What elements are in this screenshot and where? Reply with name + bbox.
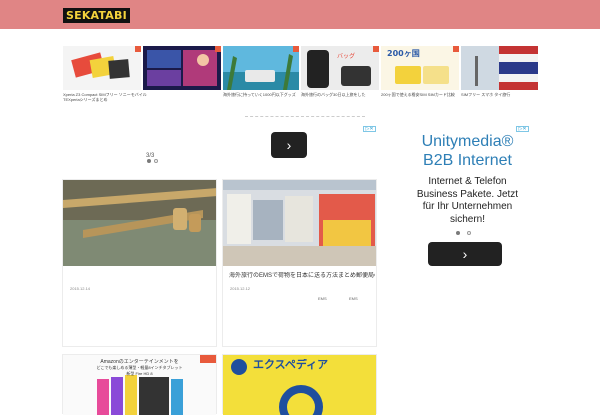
strip-caption-1[interactable]: Xperia Z3 Compact SIMフリー ソニーモバイル TEXperi… [63,92,149,102]
article-card[interactable]: エクスペディア [222,354,377,415]
strip-badge [135,46,141,52]
ad-left-counter: 3/3 [146,153,155,159]
ad-right-dot[interactable] [467,231,471,235]
strip-thumb-6 [461,46,538,90]
strip-badge [215,46,221,52]
strip-item-2[interactable] [143,46,221,90]
strip-caption-3[interactable]: 海外旅行に持っていく1000円以下グッズ [223,92,299,97]
ad-right-body-line: Business Pakete. Jetzt [416,188,519,200]
strip-thumb-4: バッグ [301,46,379,90]
strip-thumb-2 [143,46,221,90]
article-title[interactable]: 海外旅行のEMSで荷物を日本に送る方法まとめ郵便局の窓口でやってみた [229,272,375,280]
strip-thumb-5: 200ヶ国 [381,46,459,90]
ad-right-body: Internet & Telefon Business Pakete. Jetz… [395,176,540,226]
strip-caption-4[interactable]: 海外旅行のバッグ30日以上旅をした [301,92,379,97]
article-thumbnail [63,180,216,266]
ad-right-next-button[interactable]: › [428,242,502,266]
article-tag[interactable]: EMS [318,296,327,301]
site-logo[interactable]: SEKATABI [63,8,130,23]
strip-thumb-1 [63,46,141,90]
ad-left-dot-active[interactable] [147,159,151,163]
ad-right-body-line: Internet & Telefon [428,176,507,187]
svg-text:200ヶ国: 200ヶ国 [387,48,420,58]
svg-text:バッグ: バッグ [337,52,355,60]
strip-badge [200,355,216,363]
strip-item-5[interactable]: 200ヶ国 [381,46,459,90]
strip-item-1[interactable] [63,46,141,90]
ad-left-dot[interactable] [154,159,158,163]
article-card[interactable]: Amazonのエンターテインメントを どこでも楽しめる薄型・軽量8インチタブレッ… [62,354,217,415]
card-overlay-text: エクスペディア [253,359,329,371]
article-thumb-image [223,180,376,266]
article-thumbnail [223,180,376,266]
article-card[interactable]: 海外旅行のEMSで荷物を日本に送る方法まとめ郵便局の窓口でやってみた 2015.… [222,179,377,347]
article-thumb-image [63,180,216,266]
card-overlay-text: 新型 Fire HD 8 [126,371,153,376]
strip-badge [453,46,459,52]
strip-badge [373,46,379,52]
strip-thumb-3 [223,46,299,90]
strip-item-6[interactable] [461,46,538,90]
ad-left-next-button[interactable]: › [271,132,307,158]
ad-right-dot-active[interactable] [456,231,460,235]
article-tag[interactable]: EMS [349,296,358,301]
strip-caption-6[interactable]: SIMフリー スマホ タイ旅行 [461,92,538,97]
section-divider [245,116,365,117]
article-date: 2015.12.12 [230,286,251,291]
ad-right-body-line: für Ihr Unternehmen [422,201,513,212]
adchoices-icon[interactable]: ▷✕ [363,126,376,132]
ad-right-headline-2[interactable]: B2B Internet [395,150,540,172]
strip-item-3[interactable] [223,46,299,90]
site-header: SEKATABI [0,0,600,29]
article-card[interactable]: 2015.12.14 [62,179,217,347]
strip-badge [293,46,299,52]
strip-caption-5[interactable]: 200ヶ国で使える格安SIM SIMカード比較 [381,92,459,97]
strip-item-4[interactable]: バッグ [301,46,379,90]
article-date: 2015.12.14 [70,286,91,291]
ad-right-body-line: sichern! [449,213,485,225]
